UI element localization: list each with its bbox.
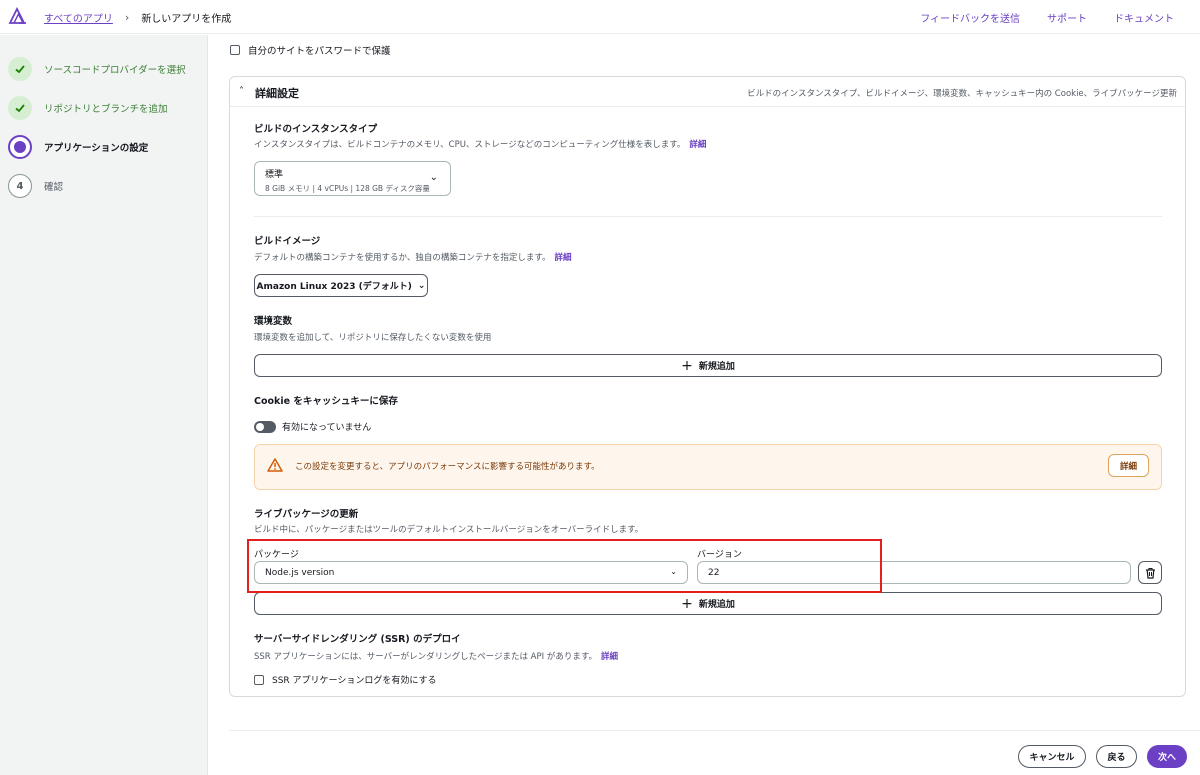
chevron-up-icon[interactable]: ˄ bbox=[239, 86, 244, 97]
instance-type-spec: 8 GiB メモリ | 4 vCPUs | 128 GB ディスク容量 bbox=[265, 184, 430, 193]
ssr-log-checkbox[interactable] bbox=[254, 674, 264, 685]
step-2[interactable]: リポジトリとブランチを追加 bbox=[8, 96, 168, 120]
package-add-button[interactable]: + 新規追加 bbox=[254, 592, 1162, 615]
env-vars-title: 環境変数 bbox=[254, 316, 293, 327]
build-image-selected: Amazon Linux 2023 (デフォルト) bbox=[256, 282, 412, 292]
step-3-label: アプリケーションの設定 bbox=[44, 143, 149, 154]
env-vars-add-label: 新規追加 bbox=[698, 362, 735, 372]
live-package-desc: ビルド中に、パッケージまたはツールのデフォルトインストールバージョンをオーバーラ… bbox=[254, 525, 644, 535]
feedback-link[interactable]: フィードバックを送信 bbox=[920, 10, 1020, 25]
ssr-desc-text: SSR アプリケーションには、サーバーがレンダリングしたページまたは API が… bbox=[254, 652, 597, 662]
password-protect-label: 自分のサイトをパスワードで保護 bbox=[248, 46, 391, 57]
password-protect-checkbox[interactable] bbox=[230, 45, 240, 55]
package-selected: Node.js version bbox=[265, 567, 335, 578]
version-label: バージョン bbox=[697, 550, 742, 560]
advanced-settings-header[interactable]: ˄ 詳細設定 ビルドのインスタンスタイプ、ビルドイメージ、環境変数、キャッシュキ… bbox=[230, 77, 1185, 107]
next-button[interactable]: 次へ bbox=[1147, 745, 1187, 768]
amplify-logo-icon[interactable] bbox=[8, 7, 28, 25]
step-4: 4 確認 bbox=[8, 174, 63, 198]
ssr-info-link[interactable]: 詳細 bbox=[601, 652, 618, 662]
documentation-link[interactable]: ドキュメント bbox=[1114, 10, 1174, 25]
cancel-button[interactable]: キャンセル bbox=[1018, 745, 1086, 768]
cookie-toggle-label: 有効になっていません bbox=[282, 423, 372, 433]
plus-icon: + bbox=[681, 595, 693, 612]
version-value: 22 bbox=[708, 567, 720, 578]
step-4-number: 4 bbox=[8, 174, 32, 198]
breadcrumb-all-apps-link[interactable]: すべてのアプリ bbox=[44, 10, 113, 25]
top-bar: すべてのアプリ › 新しいアプリを作成 フィードバックを送信 サポート ドキュメ… bbox=[0, 0, 1200, 34]
ssr-desc: SSR アプリケーションには、サーバーがレンダリングしたページまたは API が… bbox=[254, 650, 618, 662]
divider bbox=[254, 216, 1162, 217]
package-add-label: 新規追加 bbox=[698, 600, 735, 610]
chevron-down-icon: ⌄ bbox=[429, 172, 438, 183]
check-icon bbox=[8, 96, 32, 120]
step-2-label: リポジトリとブランチを追加 bbox=[44, 104, 168, 115]
env-vars-desc: 環境変数を追加して、リポジトリに保存したくない変数を使用 bbox=[254, 333, 492, 343]
cookie-title: Cookie をキャッシュキーに保存 bbox=[254, 396, 398, 407]
plus-icon: + bbox=[681, 357, 693, 374]
current-step-icon bbox=[8, 135, 32, 159]
advanced-settings-title: 詳細設定 bbox=[255, 87, 299, 100]
cookie-warning-alert: この設定を変更すると、アプリのパフォーマンスに影響する可能性があります。 詳細 bbox=[254, 444, 1162, 490]
package-select[interactable]: Node.js version ⌄ bbox=[254, 561, 688, 584]
step-1[interactable]: ソースコードプロバイダーを選択 bbox=[8, 57, 186, 81]
instance-type-select[interactable]: 標準 8 GiB メモリ | 4 vCPUs | 128 GB ディスク容量 ⌄ bbox=[254, 161, 451, 196]
cookie-toggle-row: 有効になっていません bbox=[254, 420, 371, 433]
chevron-down-icon: ⌄ bbox=[670, 567, 677, 576]
cookie-warning-text: この設定を変更すると、アプリのパフォーマンスに影響する可能性があります。 bbox=[295, 462, 600, 472]
wizard-steps-sidebar: ソースコードプロバイダーを選択 リポジトリとブランチを追加 アプリケーションの設… bbox=[0, 35, 208, 775]
breadcrumb: すべてのアプリ › 新しいアプリを作成 bbox=[44, 10, 231, 25]
check-icon bbox=[8, 57, 32, 81]
step-1-label: ソースコードプロバイダーを選択 bbox=[44, 65, 186, 76]
back-button[interactable]: 戻る bbox=[1096, 745, 1137, 768]
warning-icon bbox=[267, 458, 283, 472]
step-4-label: 確認 bbox=[44, 182, 64, 193]
chevron-right-icon: › bbox=[124, 11, 130, 24]
header-links: フィードバックを送信 サポート ドキュメント bbox=[920, 10, 1174, 25]
step-3: アプリケーションの設定 bbox=[8, 135, 148, 159]
ssr-log-label: SSR アプリケーションログを有効にする bbox=[272, 676, 437, 686]
trash-icon bbox=[1145, 567, 1155, 579]
build-image-title: ビルドイメージ bbox=[254, 236, 321, 247]
build-image-info-link[interactable]: 詳細 bbox=[554, 253, 571, 263]
instance-type-name: 標準 bbox=[265, 170, 284, 180]
ssr-log-row: SSR アプリケーションログを有効にする bbox=[254, 673, 436, 686]
advanced-settings-summary: ビルドのインスタンスタイプ、ビルドイメージ、環境変数、キャッシュキー内の Coo… bbox=[747, 89, 1177, 99]
version-input[interactable]: 22 bbox=[697, 561, 1131, 584]
package-label: パッケージ bbox=[254, 550, 299, 560]
ssr-title: サーバーサイドレンダリング (SSR) のデプロイ bbox=[254, 634, 461, 645]
live-package-title: ライブパッケージの更新 bbox=[254, 509, 359, 520]
build-image-desc-text: デフォルトの構築コンテナを使用するか、独自の構築コンテナを指定します。 bbox=[254, 253, 551, 263]
cookie-toggle[interactable] bbox=[254, 420, 276, 433]
breadcrumb-current: 新しいアプリを作成 bbox=[141, 14, 232, 25]
footer-divider bbox=[229, 730, 1200, 731]
support-link[interactable]: サポート bbox=[1047, 10, 1087, 25]
cookie-warning-info-button[interactable]: 詳細 bbox=[1108, 454, 1149, 477]
chevron-down-icon: ⌄ bbox=[417, 280, 426, 291]
env-vars-add-button[interactable]: + 新規追加 bbox=[254, 354, 1162, 377]
instance-type-title: ビルドのインスタンスタイプ bbox=[254, 124, 378, 135]
build-image-dropdown[interactable]: Amazon Linux 2023 (デフォルト) ⌄ bbox=[254, 274, 428, 297]
instance-type-info-link[interactable]: 詳細 bbox=[689, 140, 706, 150]
advanced-settings-panel: ˄ 詳細設定 ビルドのインスタンスタイプ、ビルドイメージ、環境変数、キャッシュキ… bbox=[229, 76, 1186, 697]
instance-type-desc: インスタンスタイプは、ビルドコンテナのメモリ、CPU、ストレージなどのコンピュー… bbox=[254, 138, 706, 150]
build-image-desc: デフォルトの構築コンテナを使用するか、独自の構築コンテナを指定します。 詳細 bbox=[254, 251, 572, 263]
remove-package-button[interactable] bbox=[1138, 561, 1162, 584]
instance-type-desc-text: インスタンスタイプは、ビルドコンテナのメモリ、CPU、ストレージなどのコンピュー… bbox=[254, 140, 686, 150]
password-protect-row: 自分のサイトをパスワードで保護 bbox=[230, 43, 391, 57]
